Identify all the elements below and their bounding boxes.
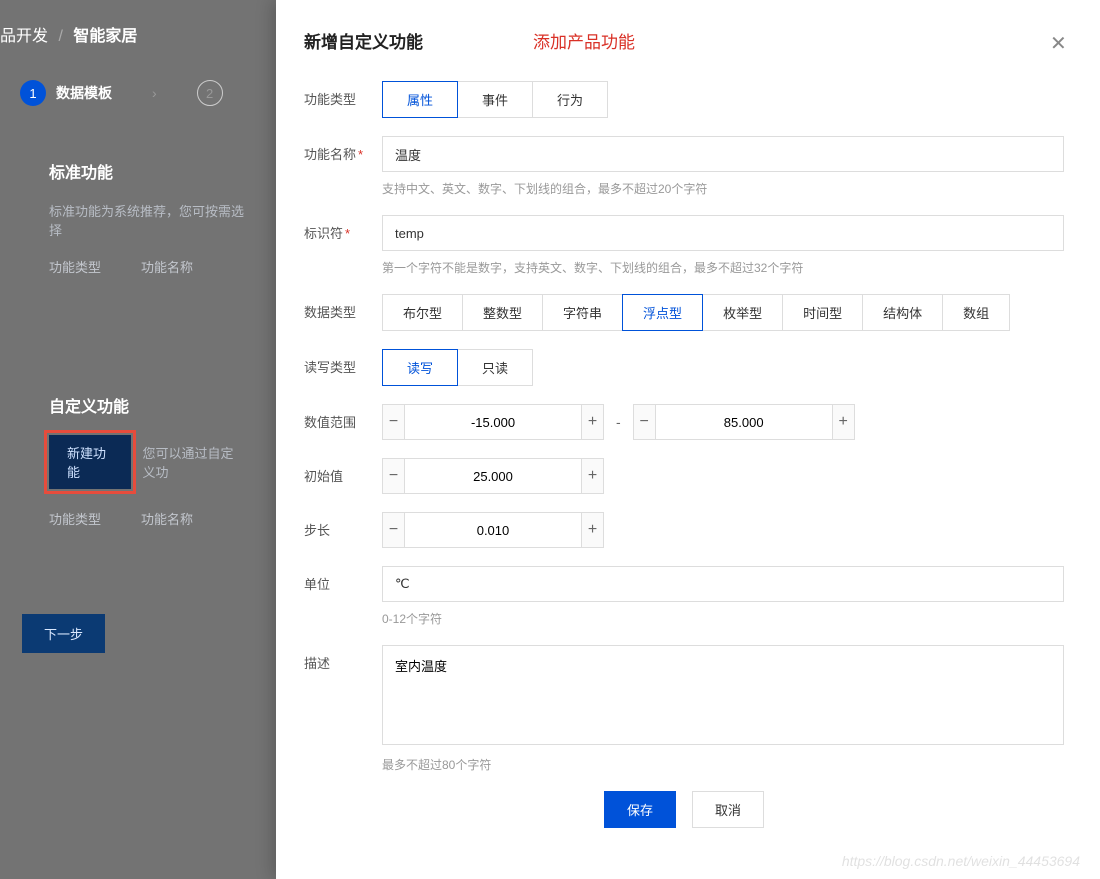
step-label: 数据模板 [56,83,112,103]
minus-icon[interactable]: − [382,512,405,548]
close-icon[interactable]: ✕ [1050,34,1070,54]
label-step: 步长 [304,512,382,539]
function-name-hint: 支持中文、英文、数字、下划线的组合，最多不超过20个字符 [382,180,1064,197]
label-identifier: 标识符* [304,215,382,242]
data-type-bool[interactable]: 布尔型 [382,294,463,331]
range-min-input[interactable] [405,404,581,440]
step-number: 2 [197,80,223,106]
step-2: 2 [197,80,223,106]
data-type-time[interactable]: 时间型 [782,294,863,331]
custom-function-card: 自定义功能 新建功能 您可以通过自定义功 功能类型 功能名称 [22,370,272,590]
rw-type-readonly[interactable]: 只读 [457,349,533,386]
func-type-attribute[interactable]: 属性 [382,81,458,118]
card-desc: 标准功能为系统推荐，您可按需选择 [49,201,245,239]
label-description: 描述 [304,645,382,672]
range-separator: - [616,414,621,430]
func-type-action[interactable]: 行为 [532,81,608,118]
next-step-button[interactable]: 下一步 [22,614,105,653]
description-textarea[interactable] [382,645,1064,745]
label-function-name: 功能名称* [304,136,382,163]
add-function-modal: 新增自定义功能 添加产品功能 ✕ 功能类型 属性 事件 行为 功能名称* 支持中… [276,0,1100,879]
col-header: 功能名称 [141,257,193,276]
label-function-type: 功能类型 [304,81,382,108]
identifier-hint: 第一个字符不能是数字，支持英文、数字、下划线的组合，最多不超过32个字符 [382,259,1064,276]
step-number: 1 [20,80,46,106]
chevron-right-icon: › [152,85,157,101]
plus-icon[interactable]: + [832,404,855,440]
label-rw-type: 读写类型 [304,349,382,376]
range-max-stepper: − + [633,404,855,440]
function-name-input[interactable] [382,136,1064,172]
wizard-steps: 1 数据模板 › 2 [20,80,223,106]
card-desc-after: 您可以通过自定义功 [143,443,245,481]
plus-icon[interactable]: + [581,458,604,494]
minus-icon[interactable]: − [382,458,405,494]
identifier-input[interactable] [382,215,1064,251]
minus-icon[interactable]: − [382,404,405,440]
unit-hint: 0-12个字符 [382,610,1064,627]
description-hint: 最多不超过80个字符 [382,756,1064,773]
new-function-button[interactable]: 新建功能 [49,435,131,489]
data-type-group: 布尔型 整数型 字符串 浮点型 枚举型 时间型 结构体 数组 [382,294,1064,331]
step-stepper: − + [382,512,604,548]
rw-type-readwrite[interactable]: 读写 [382,349,458,386]
breadcrumb: 品开发 / 智能家居 [0,22,137,46]
col-header: 功能类型 [49,257,101,276]
card-title: 自定义功能 [49,393,245,417]
init-value-stepper: − + [382,458,604,494]
plus-icon[interactable]: + [581,512,604,548]
range-max-input[interactable] [656,404,832,440]
data-type-float[interactable]: 浮点型 [622,294,703,331]
data-type-string[interactable]: 字符串 [542,294,623,331]
data-type-struct[interactable]: 结构体 [862,294,943,331]
step-1: 1 数据模板 [20,80,112,106]
label-range: 数值范围 [304,404,382,431]
function-type-group: 属性 事件 行为 [382,81,1064,118]
breadcrumb-sep: / [58,28,62,45]
label-init-value: 初始值 [304,458,382,485]
rw-type-group: 读写 只读 [382,349,1064,386]
modal-title: 新增自定义功能 [304,28,423,53]
modal-footer: 保存 取消 [304,791,1064,828]
data-type-int[interactable]: 整数型 [462,294,543,331]
breadcrumb-current: 智能家居 [73,28,137,45]
col-header: 功能类型 [49,509,101,528]
plus-icon[interactable]: + [581,404,604,440]
init-value-input[interactable] [405,458,581,494]
data-type-array[interactable]: 数组 [942,294,1010,331]
card-title: 标准功能 [49,159,245,183]
col-header: 功能名称 [141,509,193,528]
standard-function-card: 标准功能 标准功能为系统推荐，您可按需选择 功能类型 功能名称 [22,136,272,336]
breadcrumb-part: 品开发 [0,28,48,45]
unit-input[interactable] [382,566,1064,602]
func-type-event[interactable]: 事件 [457,81,533,118]
data-type-enum[interactable]: 枚举型 [702,294,783,331]
cancel-button[interactable]: 取消 [692,791,764,828]
label-unit: 单位 [304,566,382,593]
save-button[interactable]: 保存 [604,791,676,828]
range-min-stepper: − + [382,404,604,440]
step-input[interactable] [405,512,581,548]
watermark: https://blog.csdn.net/weixin_44453694 [842,853,1080,869]
modal-subtitle: 添加产品功能 [533,28,635,53]
minus-icon[interactable]: − [633,404,656,440]
label-data-type: 数据类型 [304,294,382,321]
